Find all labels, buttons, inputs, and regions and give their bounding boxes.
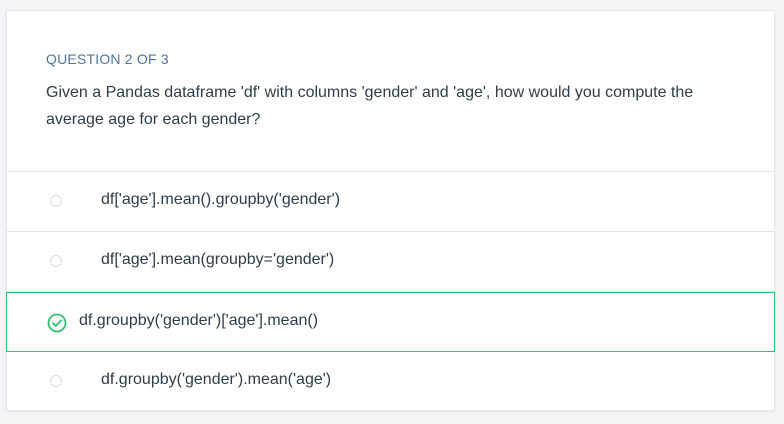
answer-option-2[interactable]: df['age'].mean(groupby='gender') (7, 232, 774, 292)
answer-option-label: df.groupby('gender').mean('age') (101, 371, 332, 388)
answer-option-3-selected[interactable]: df.groupby('gender')['age'].mean() (6, 292, 775, 352)
answer-option-1[interactable]: df['age'].mean().groupby('gender') (7, 172, 774, 232)
radio-empty-icon[interactable] (50, 375, 62, 387)
radio-empty-icon[interactable] (50, 195, 62, 207)
answer-option-4[interactable]: df.groupby('gender').mean('age') (7, 352, 774, 412)
answer-option-label: df['age'].mean(groupby='gender') (101, 251, 335, 268)
radio-empty-icon[interactable] (50, 255, 62, 267)
question-header: QUESTION 2 OF 3 Given a Pandas dataframe… (7, 11, 774, 172)
quiz-card: QUESTION 2 OF 3 Given a Pandas dataframe… (6, 10, 775, 411)
question-counter: QUESTION 2 OF 3 (46, 51, 169, 67)
answer-option-label: df.groupby('gender')['age'].mean() (79, 312, 319, 329)
answer-option-label: df['age'].mean().groupby('gender') (101, 191, 341, 208)
question-text: Given a Pandas dataframe 'df' with colum… (46, 84, 694, 128)
check-circle-icon[interactable] (47, 313, 67, 333)
